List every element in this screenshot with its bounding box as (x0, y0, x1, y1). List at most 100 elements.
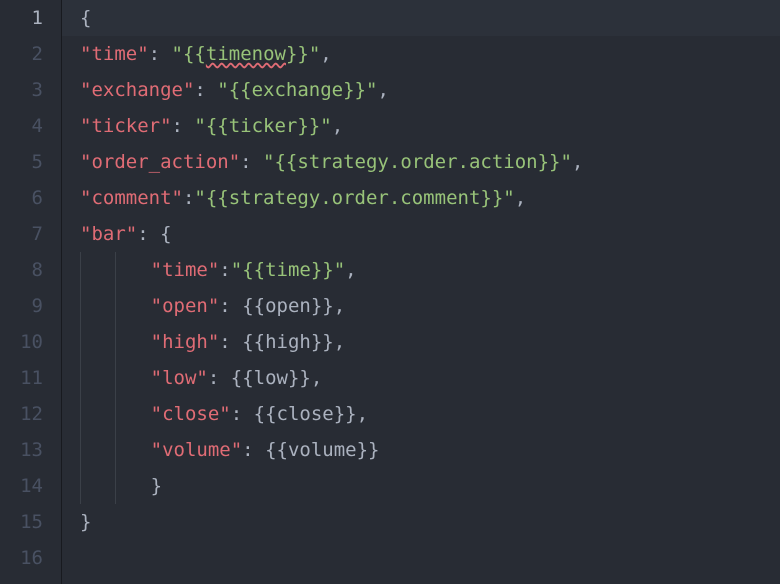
code-line[interactable]: { (80, 0, 780, 36)
line-number: 12 (12, 396, 43, 432)
json-value: {{volume}} (265, 439, 379, 461)
json-key: "low" (151, 367, 208, 389)
json-value: {{close}} (254, 403, 357, 425)
json-key: "open" (151, 295, 220, 317)
indent-guide-icon (80, 432, 81, 468)
comma: , (345, 259, 356, 281)
json-value: {{high}} (242, 331, 334, 353)
json-key: "ticker" (80, 115, 172, 137)
json-key: "order_action" (80, 151, 240, 173)
line-number: 8 (12, 252, 43, 288)
colon: : (194, 79, 217, 101)
colon: : (208, 367, 231, 389)
comma: , (357, 403, 368, 425)
line-number: 3 (12, 72, 43, 108)
json-key: "comment" (80, 187, 183, 209)
comma: , (377, 79, 388, 101)
colon: : (242, 439, 265, 461)
indent-guide-icon (80, 252, 81, 288)
line-number-gutter: 1 2 3 4 5 6 7 8 9 10 11 12 13 14 15 16 (0, 0, 62, 584)
indent-guide-icon (115, 360, 116, 396)
code-line[interactable]: } (80, 504, 780, 540)
code-line[interactable]: "bar": { (80, 216, 780, 252)
line-number: 14 (12, 468, 43, 504)
code-line[interactable]: "low": {{low}}, (80, 360, 780, 396)
line-number: 11 (12, 360, 43, 396)
comma: , (334, 331, 345, 353)
colon: : (219, 295, 242, 317)
json-key: "exchange" (80, 79, 194, 101)
indent-guide-icon (115, 288, 116, 324)
colon: : (172, 115, 195, 137)
json-value: "{{strategy.order.comment}}" (194, 187, 514, 209)
line-number: 2 (12, 36, 43, 72)
code-area[interactable]: { "time": "{{timenow}}", "exchange": "{{… (62, 0, 780, 584)
code-line[interactable] (80, 540, 780, 576)
line-number: 6 (12, 180, 43, 216)
indent-guide-icon (80, 360, 81, 396)
quote: " (172, 43, 183, 65)
code-line[interactable]: "ticker": "{{ticker}}", (80, 108, 780, 144)
colon: : (137, 223, 160, 245)
colon: : (219, 259, 230, 281)
colon: : (219, 331, 242, 353)
line-number: 15 (12, 504, 43, 540)
json-value: {{ (183, 43, 206, 65)
colon: : (149, 43, 172, 65)
indent-guide-icon (115, 432, 116, 468)
code-line[interactable]: "time": "{{timenow}}", (80, 36, 780, 72)
colon: : (183, 187, 194, 209)
code-line[interactable]: "time":"{{time}}", (80, 252, 780, 288)
code-line[interactable]: } (80, 468, 780, 504)
comma: , (572, 151, 583, 173)
colon: : (240, 151, 263, 173)
comma: , (334, 295, 345, 317)
quote: " (309, 43, 320, 65)
line-number: 7 (12, 216, 43, 252)
indent-guide-icon (80, 468, 81, 504)
json-key: "close" (151, 403, 231, 425)
line-number: 13 (12, 432, 43, 468)
indent-guide-icon (115, 324, 116, 360)
indent-guide-icon (115, 468, 116, 504)
json-key: "bar" (80, 223, 137, 245)
code-line[interactable]: "volume": {{volume}} (80, 432, 780, 468)
code-editor[interactable]: 1 2 3 4 5 6 7 8 9 10 11 12 13 14 15 16 {… (0, 0, 780, 584)
line-number: 16 (12, 540, 43, 576)
brace-close: } (151, 475, 162, 497)
json-key: "volume" (151, 439, 243, 461)
json-key: "time" (80, 43, 149, 65)
code-line[interactable]: "high": {{high}}, (80, 324, 780, 360)
json-value: "{{time}}" (231, 259, 345, 281)
comma: , (515, 187, 526, 209)
comma: , (332, 115, 343, 137)
json-key: "time" (151, 259, 220, 281)
json-key: "high" (151, 331, 220, 353)
brace-open: { (160, 223, 171, 245)
indent-guide-icon (115, 396, 116, 432)
json-value: {{open}} (242, 295, 334, 317)
json-value: "{{exchange}}" (217, 79, 377, 101)
code-line[interactable]: "open": {{open}}, (80, 288, 780, 324)
indent-guide-icon (80, 396, 81, 432)
line-number: 9 (12, 288, 43, 324)
json-value: {{low}} (231, 367, 311, 389)
colon: : (231, 403, 254, 425)
indent-guide-icon (80, 324, 81, 360)
json-value: "{{ticker}}" (194, 115, 331, 137)
indent-guide-icon (115, 252, 116, 288)
brace-close: } (80, 511, 91, 533)
indent-guide-icon (80, 288, 81, 324)
json-value: }} (286, 43, 309, 65)
code-line[interactable]: "exchange": "{{exchange}}", (80, 72, 780, 108)
code-line[interactable]: "close": {{close}}, (80, 396, 780, 432)
line-number: 1 (12, 0, 43, 36)
line-number: 10 (12, 324, 43, 360)
json-value-spellcheck: timenow (206, 43, 286, 65)
code-line[interactable]: "order_action": "{{strategy.order.action… (80, 144, 780, 180)
code-line[interactable]: "comment":"{{strategy.order.comment}}", (80, 180, 780, 216)
line-number: 5 (12, 144, 43, 180)
comma: , (320, 43, 331, 65)
brace-open: { (80, 7, 91, 29)
comma: , (311, 367, 322, 389)
